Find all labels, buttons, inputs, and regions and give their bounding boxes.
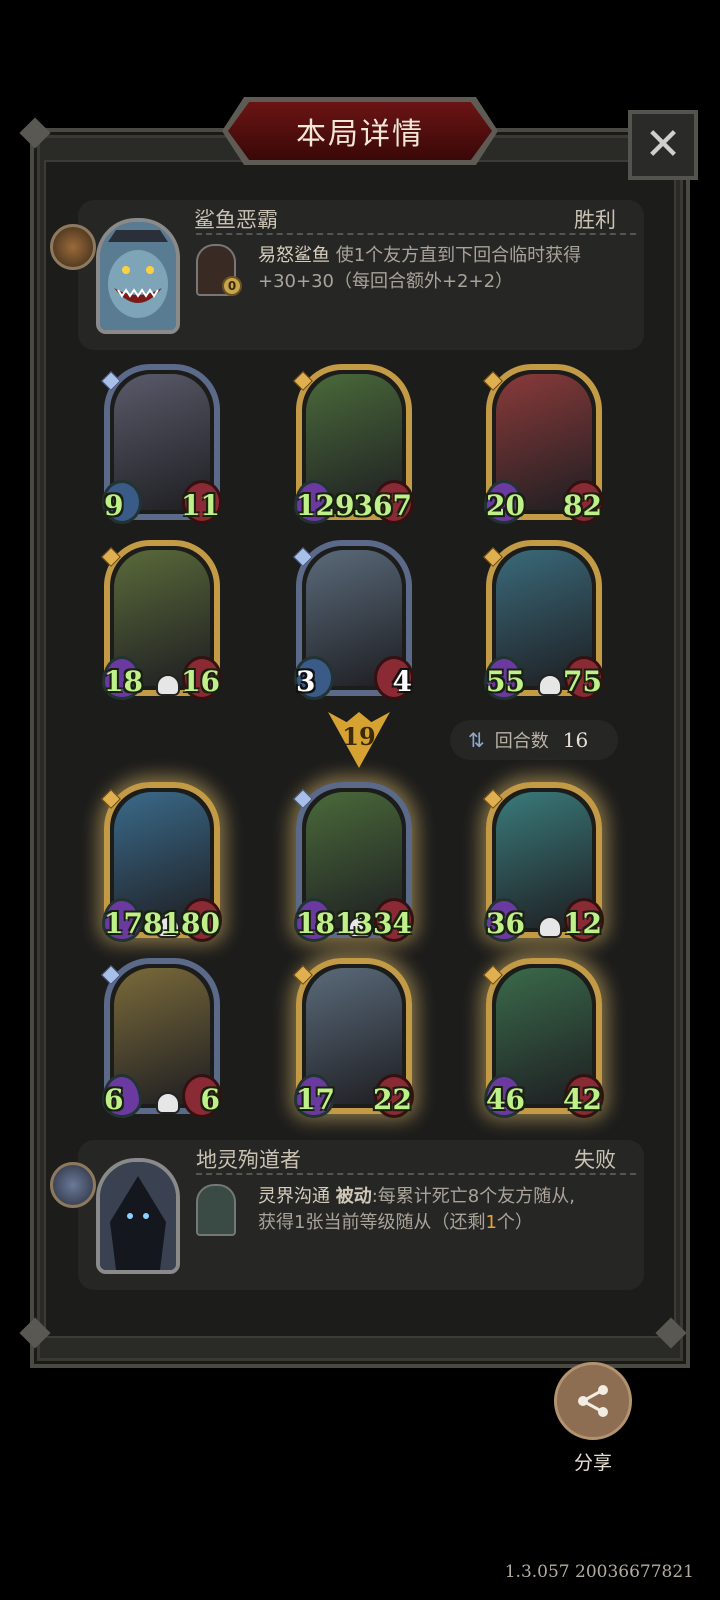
- skull-icon: [156, 674, 180, 696]
- player-hero-portrait[interactable]: [96, 218, 180, 334]
- hero-power-desc-2a: 获得1张当前等级随从（还剩: [258, 1212, 486, 1233]
- divider: [196, 233, 636, 235]
- minion-health: 11: [181, 489, 220, 522]
- page-title: 本局详情: [296, 117, 424, 152]
- player-minion-card[interactable]: 181 334: [293, 782, 414, 942]
- share-icon: [578, 1385, 608, 1417]
- rounds-label: 回合数: [494, 731, 549, 752]
- player-minion-card[interactable]: 178 180: [101, 782, 222, 942]
- opponent-hero-portrait[interactable]: [96, 1158, 180, 1274]
- hero-power-text: 易怒鲨鱼 使1个友方直到下回合临时获得+30+30（每回合额外+2+2）: [258, 243, 628, 295]
- shark-hero-art: [100, 222, 176, 330]
- rounds-value: 16: [562, 728, 589, 752]
- hero-power-text: 灵界沟通 被动:每累计死亡8个友方随从, 获得1张当前等级随从（还剩1个）: [258, 1184, 638, 1236]
- minion-attack: 129: [296, 489, 355, 522]
- skull-icon: [156, 1092, 180, 1114]
- player-minion-card[interactable]: 46 42: [483, 958, 604, 1118]
- opponent-minion-card[interactable]: 9 11: [101, 364, 222, 524]
- player-hero-name: 鲨鱼恶霸: [194, 208, 278, 232]
- skull-icon: [538, 674, 562, 696]
- minion-attack: 3: [296, 665, 316, 698]
- minion-health: 42: [563, 1083, 602, 1116]
- minion-health: 4: [392, 665, 412, 698]
- hero-power-name: 易怒鲨鱼: [258, 245, 330, 266]
- hero-medal-icon: [50, 224, 96, 270]
- hero-power-icon[interactable]: [196, 1184, 236, 1236]
- hero-power-remaining: 1: [485, 1212, 497, 1233]
- minion-health: 82: [563, 489, 602, 522]
- hero-power-keyword: 被动: [335, 1186, 372, 1207]
- opponent-minion-card[interactable]: 55 75: [483, 540, 604, 700]
- player-minion-card[interactable]: 17 22: [293, 958, 414, 1118]
- minion-attack: 46: [486, 1083, 525, 1116]
- version-text: 1.3.057 20036677821: [504, 1562, 694, 1582]
- swap-arrows-icon: ⇅: [468, 728, 485, 752]
- skull-icon: [538, 916, 562, 938]
- minion-attack: 20: [486, 489, 525, 522]
- opponent-hero-name: 地灵殉道者: [196, 1148, 301, 1172]
- share-button[interactable]: [554, 1362, 632, 1440]
- minion-health: 12: [563, 907, 602, 940]
- minion-health: 75: [563, 665, 602, 698]
- minion-attack: 36: [486, 907, 525, 940]
- minion-attack: 55: [486, 665, 525, 698]
- opponent-minion-card[interactable]: 34: [293, 540, 414, 700]
- minion-health: 334: [353, 907, 412, 940]
- turn-number: 19: [342, 722, 376, 751]
- player-hero-result: 胜利: [574, 208, 616, 232]
- opponent-minion-card[interactable]: 20 82: [483, 364, 604, 524]
- minion-attack: 17: [296, 1083, 335, 1116]
- hero-power-desc-2b: 个）: [496, 1212, 533, 1233]
- player-minion-card[interactable]: 66: [101, 958, 222, 1118]
- opponent-hero-result: 失败: [574, 1148, 616, 1172]
- share-label: 分享: [573, 1452, 612, 1474]
- coin-cost-badge: 0: [222, 276, 242, 296]
- minion-health: 6: [200, 1083, 220, 1116]
- hero-power-name: 灵界沟通: [258, 1186, 330, 1207]
- minion-health: 22: [373, 1083, 412, 1116]
- minion-attack: 9: [104, 489, 124, 522]
- minion-attack: 181: [296, 907, 355, 940]
- minion-health: 180: [161, 907, 220, 940]
- close-button[interactable]: ✕: [628, 110, 698, 180]
- rounds-pill: ⇅ 回合数 16: [450, 720, 618, 760]
- opponent-minion-card[interactable]: 18 16: [101, 540, 222, 700]
- divider: [196, 1173, 636, 1175]
- hero-power-desc-1: :每累计死亡8个友方随从,: [371, 1186, 575, 1207]
- minion-health: 367: [353, 489, 412, 522]
- hooded-hero-art: [100, 1162, 176, 1270]
- minion-attack: 178: [104, 907, 163, 940]
- minion-attack: 6: [104, 1083, 124, 1116]
- minion-attack: 18: [104, 665, 143, 698]
- title-banner: 本局详情: [228, 102, 492, 160]
- close-icon: ✕: [644, 119, 682, 170]
- opponent-minion-card[interactable]: 129 367: [293, 364, 414, 524]
- player-minion-card[interactable]: 36 12: [483, 782, 604, 942]
- minion-health: 16: [181, 665, 220, 698]
- hero-medal-icon: [50, 1162, 96, 1208]
